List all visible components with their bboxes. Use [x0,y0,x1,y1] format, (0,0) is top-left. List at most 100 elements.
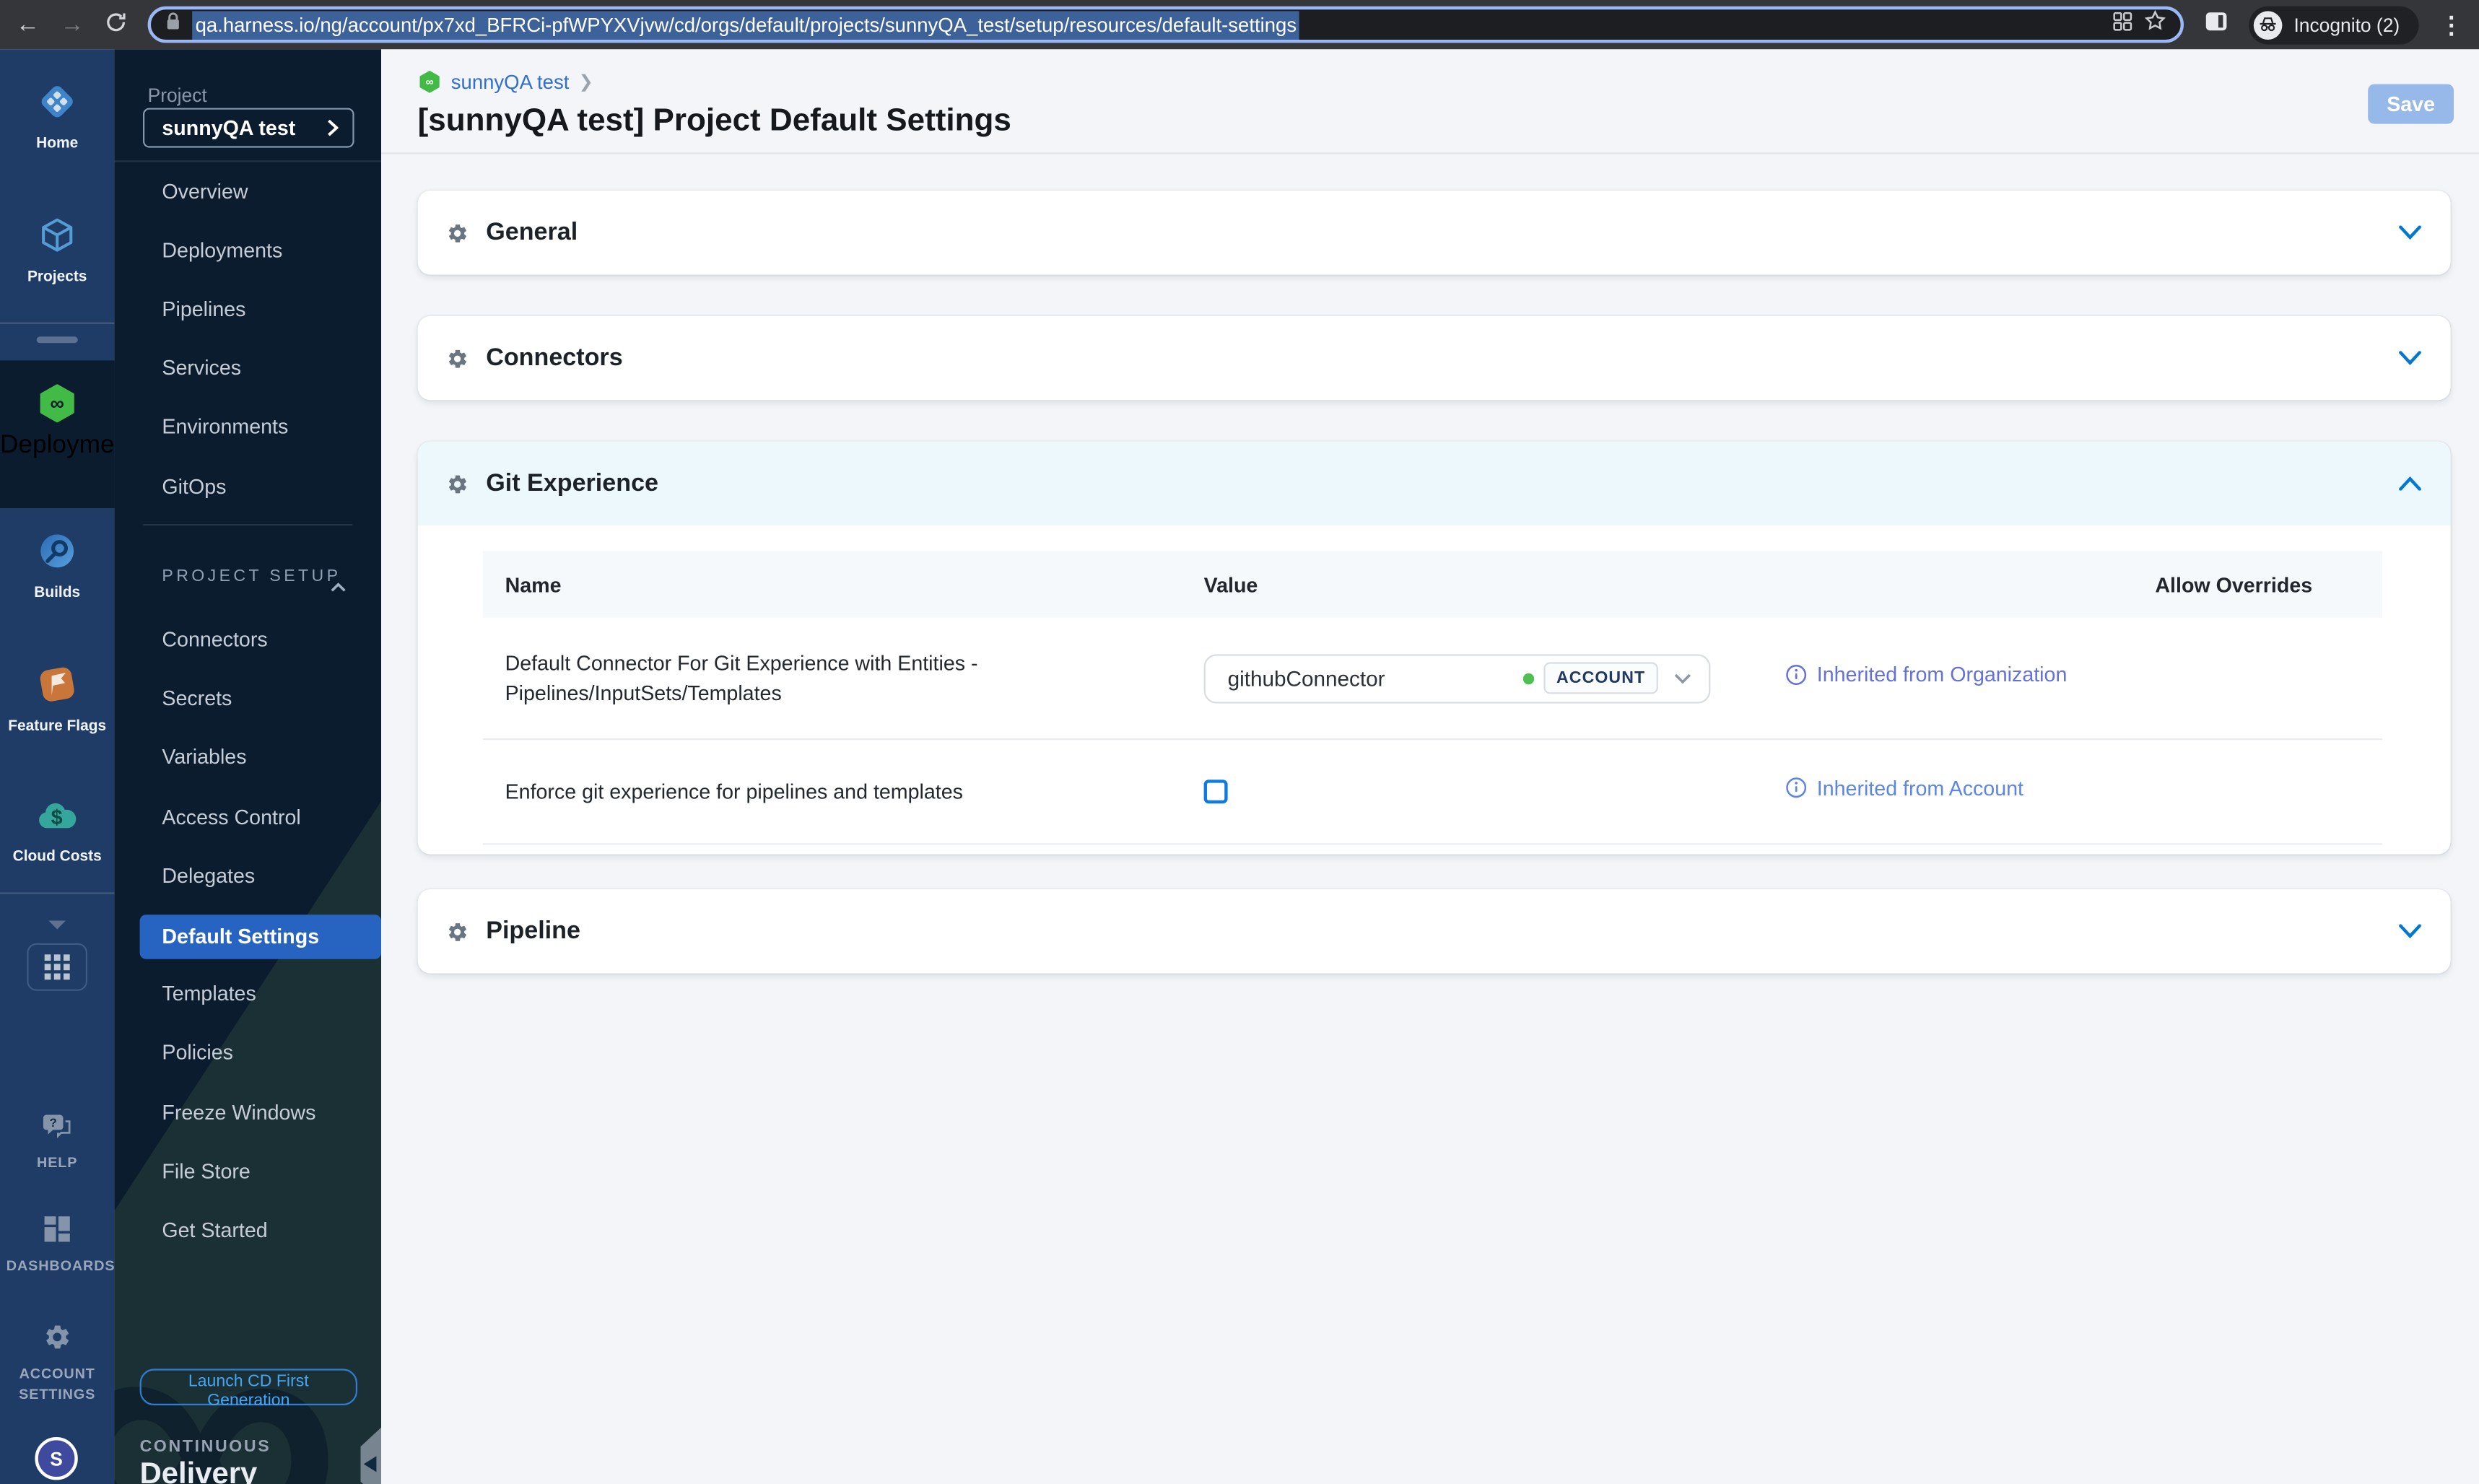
incognito-label: Incognito (2) [2293,13,2400,36]
rail-item-help[interactable]: ? HELP [0,1113,114,1173]
table-row: Enforce git experience for pipelines and… [482,740,2382,845]
sidebar-item-file-store[interactable]: File Store [162,1159,250,1183]
sidebar-item-freeze-windows[interactable]: Freeze Windows [162,1101,315,1125]
sidebar-item-secrets[interactable]: Secrets [162,686,232,710]
sidebar-item-default-settings-active[interactable]: Default Settings [139,915,381,959]
project-label: Project [147,84,207,107]
projects-icon [42,218,73,252]
column-header-name: Name [505,572,562,597]
cloud-costs-icon: $ [39,803,77,829]
inherited-from-organization-link[interactable]: Inherited from Organization [1785,663,2067,686]
sidebar-item-deployments[interactable]: Deployments [162,238,282,262]
sidebar-item-policies[interactable]: Policies [162,1040,233,1064]
section-connectors-header[interactable]: Connectors [418,316,2451,401]
connector-value: githubConnector [1227,665,1385,690]
gear-icon [448,349,466,367]
bookmark-star-icon[interactable] [2145,9,2167,40]
rail-item-projects[interactable]: Projects [0,214,114,286]
screen: ← → qa.harness.io/ng/account/px7xd_BFRCi… [0,0,2479,1484]
svg-text:∞: ∞ [425,77,433,89]
sidebar-item-pipelines[interactable]: Pipelines [162,297,245,320]
gear-icon [448,474,466,493]
info-icon [1786,664,1807,685]
rail-item-deployments-selected[interactable]: ∞ Deployments [0,360,148,508]
lock-icon [165,10,181,39]
browser-menu-icon[interactable]: ⋮ [2439,10,2463,39]
sidebar-item-services[interactable]: Services [162,356,241,380]
incognito-icon [2254,10,2283,39]
chevron-down-icon[interactable] [2398,351,2422,365]
side-panel-icon[interactable] [2205,10,2229,39]
save-button[interactable]: Save [2368,84,2454,124]
sidebar-item-overview[interactable]: Overview [162,180,248,204]
settings-content: General Connectors Git Experience Name V… [381,154,2479,974]
enforce-git-experience-checkbox[interactable] [1203,780,1228,804]
section-general: General [417,191,2451,275]
sidebar-section-divider [143,524,353,526]
default-connector-select[interactable]: githubConnector ACCOUNT [1203,653,1711,703]
url-text[interactable]: qa.harness.io/ng/account/px7xd_BFRCi-pfW… [192,10,1300,39]
rail-item-home[interactable]: Home [0,81,114,152]
rail-item-dashboards[interactable]: DASHBOARDS [0,1215,115,1276]
rail-item-feature-flags[interactable]: Feature Flags [0,664,114,736]
user-avatar[interactable]: S [35,1437,78,1480]
breadcrumb-project-link[interactable]: sunnyQA test [451,71,570,93]
project-setup-header[interactable]: PROJECT SETUP [162,567,341,585]
url-bar[interactable]: qa.harness.io/ng/account/px7xd_BFRCi-pfW… [147,6,2184,43]
section-pipeline: Pipeline [417,889,2451,974]
sidebar-item-delegates[interactable]: Delegates [162,864,255,888]
setting-name: Enforce git experience for pipelines and… [505,780,963,804]
collapse-arrow-icon [362,1456,376,1472]
section-connectors: Connectors [417,315,2451,401]
chevron-down-icon [1674,673,1691,684]
rail-divider-bottom [0,892,115,894]
connector-status-dot [1522,672,1535,684]
sidebar-item-get-started[interactable]: Get Started [162,1218,267,1241]
tab-groups-icon[interactable] [2113,10,2134,39]
gear-icon [448,922,466,940]
sidebar-item-gitops[interactable]: GitOps [162,475,226,499]
sidebar-divider [114,160,381,162]
reload-icon[interactable] [105,11,127,38]
back-icon[interactable]: ← [16,13,40,37]
chevron-down-icon[interactable] [2398,924,2422,939]
section-title: Git Experience [486,469,659,497]
all-modules-button[interactable] [27,943,87,991]
scope-badge: ACCOUNT [1543,662,1658,694]
breadcrumb-chevron-icon: ❯ [578,73,593,92]
incognito-badge[interactable]: Incognito (2) [2249,5,2419,44]
sidebar-item-variables[interactable]: Variables [162,745,246,769]
sidebar-item-templates[interactable]: Templates [162,982,256,1005]
module-rail: Home Projects ∞ Deployments Builds Featu… [0,49,148,1484]
section-git-experience: Git Experience Name Value Allow Override… [417,441,2451,855]
sidebar-item-connectors[interactable]: Connectors [162,627,267,651]
sidebar-item-access-control[interactable]: Access Control [162,805,300,829]
rail-scroll-chevron[interactable] [0,912,114,940]
project-selector[interactable]: sunnyQA test [143,108,354,148]
section-general-header[interactable]: General [418,191,2451,275]
forward-icon[interactable]: → [61,13,84,37]
launch-cd-first-gen-button[interactable]: Launch CD First Generation [139,1369,357,1410]
section-git-experience-header[interactable]: Git Experience [417,441,2451,526]
grid-icon [44,954,70,980]
section-title: General [486,218,578,245]
rail-item-account-settings[interactable]: ACCOUNT SETTINGS [0,1323,114,1405]
inherited-from-account-link[interactable]: Inherited from Account [1785,776,2023,800]
chevron-up-icon[interactable] [2398,476,2422,491]
project-name: sunnyQA test [162,115,296,140]
sidebar-item-environments[interactable]: Environments [162,414,288,438]
home-icon [41,86,73,118]
rail-item-builds[interactable]: Builds [0,531,114,602]
rail-item-cloud-costs[interactable]: $ Cloud Costs [0,797,114,865]
info-icon [1786,777,1807,798]
chevron-up-icon[interactable] [331,572,347,601]
rail-collapsed-modules-dash[interactable] [36,336,78,343]
svg-text:∞: ∞ [50,392,64,414]
section-pipeline-header[interactable]: Pipeline [418,889,2451,974]
chevron-down-icon[interactable] [2398,225,2422,240]
page-title: [sunnyQA test] Project Default Settings [417,103,1011,139]
builds-icon [40,534,74,568]
browser-toolbar: ← → qa.harness.io/ng/account/px7xd_BFRCi… [0,0,2479,50]
column-header-allow-overrides: Allow Overrides [2155,572,2313,597]
dashboards-icon [44,1216,70,1242]
